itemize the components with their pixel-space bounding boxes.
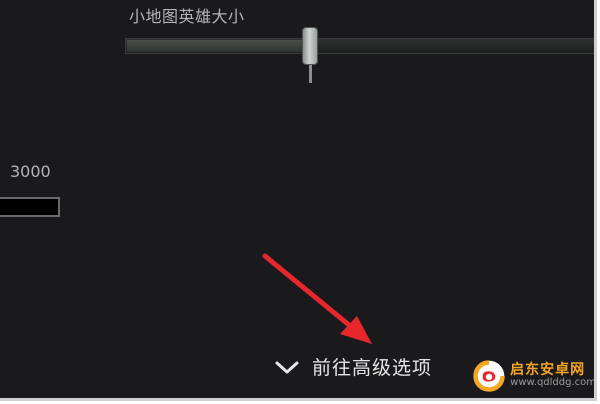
- chevron-down-icon: [275, 361, 299, 373]
- go-to-advanced-options-button[interactable]: 前往高级选项: [274, 353, 432, 380]
- advanced-options-label: 前往高级选项: [312, 357, 433, 379]
- site-watermark: 启东安卓网 www.qdlddg.com: [472, 356, 596, 396]
- watermark-sub-text: www.qdlddg.com: [510, 377, 596, 389]
- watermark-logo-icon: [473, 360, 505, 392]
- red-arrow-annotation: [262, 253, 372, 344]
- watermark-main-text: 启东安卓网: [510, 362, 586, 379]
- settings-panel: 小地图英雄大小 3000 前往高级选项 启东安卓网 www.qdlddg.com: [0, 0, 597, 401]
